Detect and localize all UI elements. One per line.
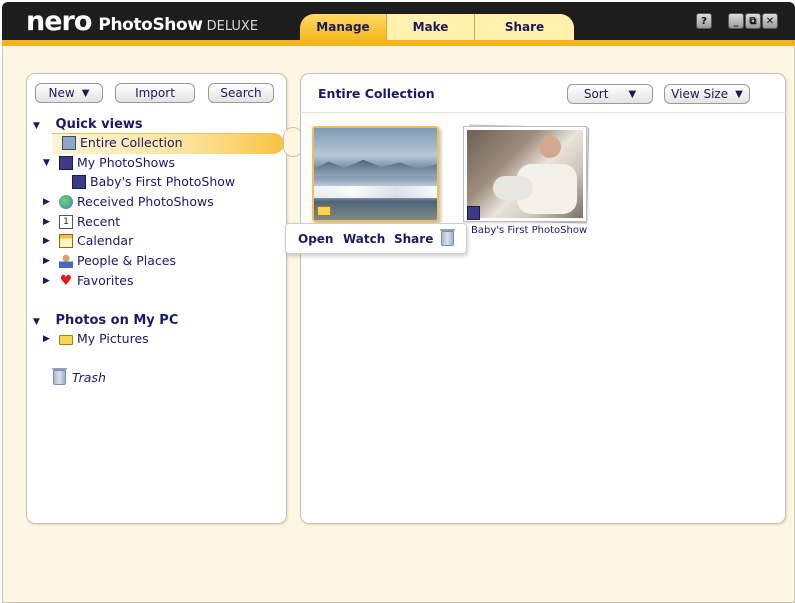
thumbnail-surf xyxy=(314,186,437,198)
sidebar-item-label: People & Places xyxy=(77,253,176,268)
globe-icon xyxy=(59,194,73,209)
sort-button[interactable]: Sort ▼ xyxy=(567,84,653,104)
photos-on-pc-label: Photos on My PC xyxy=(55,313,179,328)
logo-nero: nero xyxy=(26,6,92,37)
trash-icon xyxy=(52,368,67,385)
sidebar-item-label: Trash xyxy=(72,370,106,385)
thumbnail-action-popover: Open Watch Share xyxy=(285,223,467,254)
chevron-down-icon: ▼ xyxy=(735,88,743,100)
delete-action[interactable] xyxy=(440,229,455,249)
close-button[interactable]: ✕ xyxy=(762,13,778,29)
watch-action[interactable]: Watch xyxy=(343,232,385,246)
thumbnail-caption: Baby's First PhotoShow xyxy=(471,225,588,236)
calendar-icon xyxy=(59,233,73,248)
sidebar-item-my-pictures[interactable]: ▶ My Pictures xyxy=(43,331,149,346)
recent-calendar-icon: 1 xyxy=(59,214,73,229)
sidebar-item-people-places[interactable]: ▶ People & Places xyxy=(43,253,176,268)
chevron-down-icon: ▼ xyxy=(628,88,637,100)
sidebar-item-label: Recent xyxy=(77,214,121,229)
quick-views-header[interactable]: ▼ Quick views xyxy=(33,117,143,132)
sidebar-item-label: Entire Collection xyxy=(80,135,183,150)
expand-triangle-icon[interactable]: ▶ xyxy=(43,334,53,344)
sidebar-item-calendar[interactable]: ▶ Calendar xyxy=(43,233,133,248)
photos-on-pc-header[interactable]: ▼ Photos on My PC xyxy=(33,313,178,328)
help-button[interactable]: ? xyxy=(696,13,712,29)
sidebar-item-entire-collection[interactable]: Entire Collection xyxy=(62,135,183,150)
thumbnail-baby xyxy=(493,176,533,200)
view-size-button[interactable]: View Size ▼ xyxy=(664,84,750,104)
logo-edition: DELUXE xyxy=(206,19,259,34)
sidebar-item-label: My PhotoShows xyxy=(77,155,176,170)
sidebar-item-trash[interactable]: Trash xyxy=(52,368,106,385)
minimize-button[interactable]: _ xyxy=(728,13,744,29)
collapse-triangle-icon[interactable]: ▼ xyxy=(33,317,43,327)
person-icon xyxy=(59,253,73,268)
app-logo: nero PhotoShow DELUXE xyxy=(26,6,259,37)
new-button-label: New xyxy=(48,86,75,100)
sidebar-item-label: Calendar xyxy=(77,233,134,248)
divider xyxy=(300,112,786,113)
sidebar-item-label: Baby's First PhotoShow xyxy=(90,174,236,189)
sort-button-label: Sort xyxy=(583,87,609,101)
thumbnail-face xyxy=(539,136,561,158)
sidebar-item-received-photoshows[interactable]: ▶ Received PhotoShows xyxy=(43,194,214,209)
share-action[interactable]: Share xyxy=(394,232,433,246)
thumbnail-mountains xyxy=(314,159,437,176)
sidebar-item-label: Favorites xyxy=(77,273,134,288)
folder-icon xyxy=(59,334,73,345)
tab-manage[interactable]: Manage xyxy=(300,14,386,40)
photo-thumbnail-beach[interactable] xyxy=(312,126,439,222)
sidebar-item-babys-first-photoshow[interactable]: Baby's First PhotoShow xyxy=(72,174,235,189)
collapse-triangle-icon[interactable]: ▼ xyxy=(33,121,43,131)
trash-icon xyxy=(440,229,455,246)
sidebar-item-recent[interactable]: ▶ 1 Recent xyxy=(43,214,120,229)
tab-make[interactable]: Make xyxy=(386,14,474,40)
sidebar-item-label: My Pictures xyxy=(77,331,149,346)
tab-share[interactable]: Share xyxy=(474,14,574,40)
chevron-down-icon: ▼ xyxy=(81,87,90,99)
sidebar-item-my-photoshows[interactable]: ▼ My PhotoShows xyxy=(43,155,175,170)
import-button[interactable]: Import xyxy=(115,83,195,103)
sidebar-item-favorites[interactable]: ▶ ♥ Favorites xyxy=(43,273,133,288)
expand-triangle-icon[interactable]: ▶ xyxy=(43,256,53,266)
collection-icon xyxy=(62,135,76,150)
folder-icon xyxy=(317,206,331,216)
new-button[interactable]: New ▼ xyxy=(35,83,103,103)
sidebar-item-label: Received PhotoShows xyxy=(77,194,214,209)
photoshow-icon xyxy=(59,155,73,170)
page-title: Entire Collection xyxy=(318,86,435,101)
expand-triangle-icon[interactable]: ▶ xyxy=(43,197,53,207)
search-button[interactable]: Search xyxy=(208,83,274,103)
restore-button[interactable]: ⧉ xyxy=(745,13,761,29)
quick-views-label: Quick views xyxy=(55,117,143,132)
collapse-triangle-icon[interactable]: ▼ xyxy=(43,158,53,168)
expand-triangle-icon[interactable]: ▶ xyxy=(43,276,53,286)
expand-triangle-icon[interactable]: ▶ xyxy=(43,236,53,246)
photoshow-thumbnail-babys-first[interactable] xyxy=(463,126,587,222)
view-size-button-label: View Size xyxy=(671,87,729,101)
photoshow-icon xyxy=(72,174,86,189)
heart-icon: ♥ xyxy=(59,272,73,289)
photoshow-icon xyxy=(467,206,480,220)
open-action[interactable]: Open xyxy=(298,232,333,246)
logo-product: PhotoShow xyxy=(98,15,203,35)
expand-triangle-icon[interactable]: ▶ xyxy=(43,217,53,227)
